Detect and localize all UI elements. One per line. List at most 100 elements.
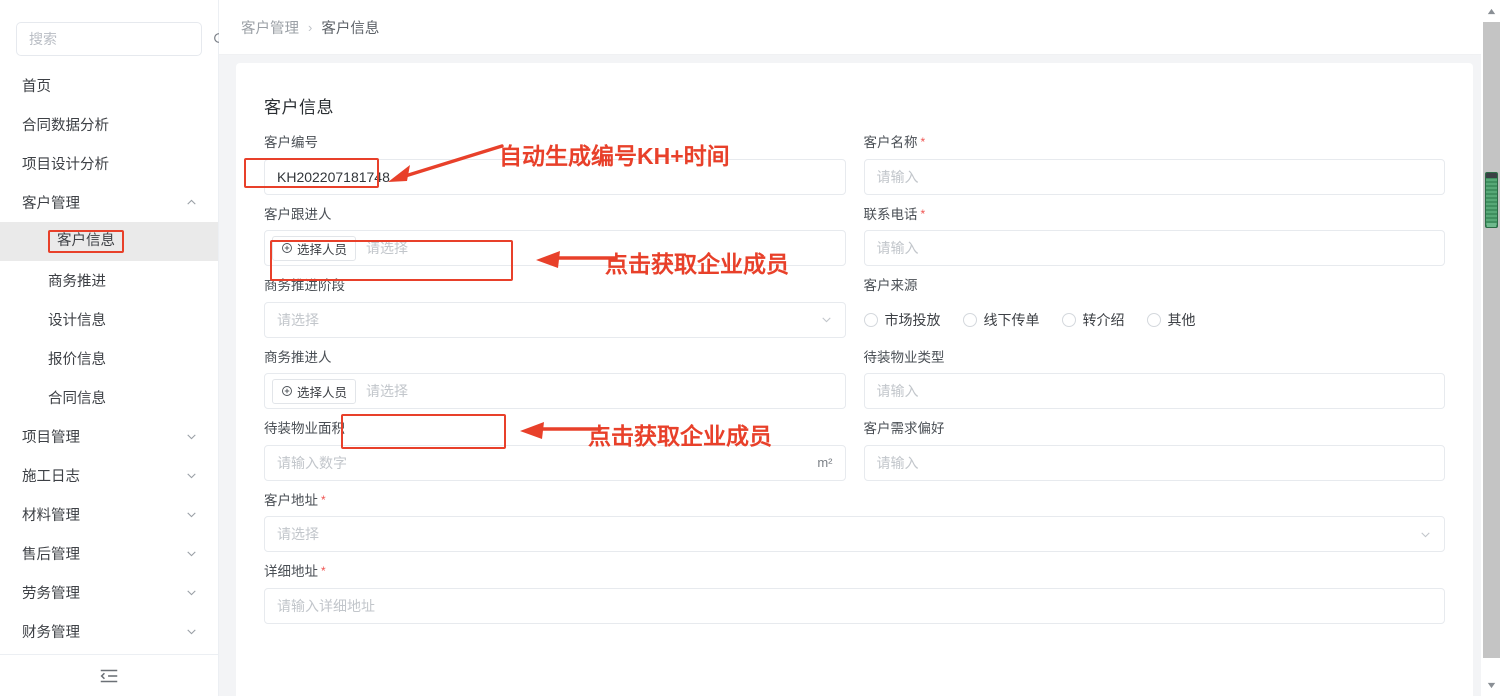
search-input[interactable]	[27, 30, 212, 48]
placeholder-text: 请输入数字	[277, 454, 347, 471]
scrollbar-down-button[interactable]	[1483, 675, 1500, 695]
radio-circle-icon	[863, 312, 878, 327]
breadcrumb-current: 客户信息	[321, 20, 380, 37]
placeholder-text: 请选择	[366, 240, 409, 256]
sidebar-item-customer-management[interactable]: 客户管理	[0, 183, 218, 222]
field-label: 商务推进阶段	[264, 279, 846, 293]
field-customer-source: 客户来源 市场投放 线下传单 转介绍 其他	[863, 278, 1446, 338]
customer-name-input[interactable]: 请输入	[863, 158, 1445, 195]
sidebar-item-home[interactable]: 首页	[0, 66, 218, 105]
label-text: 详细地址	[264, 564, 318, 579]
sidebar-item-construction-log[interactable]: 施工日志	[0, 456, 218, 495]
radio-label: 市场投放	[884, 311, 941, 328]
radio-circle-icon	[1146, 312, 1161, 327]
chevron-down-icon	[187, 434, 196, 440]
sidebar-item-contract-info[interactable]: 合同信息	[0, 378, 218, 417]
detail-address-input[interactable]: 请输入详细地址	[264, 587, 1445, 624]
sidebar-item-label: 商务推进	[48, 274, 106, 290]
customer-preference-input[interactable]: 请输入	[863, 444, 1445, 481]
customer-address-select[interactable]: 请选择	[264, 516, 1445, 552]
field-property-type: 待装物业类型 请输入	[863, 350, 1445, 409]
sidebar-item-design-info[interactable]: 设计信息	[0, 300, 218, 339]
sidebar-item-label: 客户管理	[22, 196, 80, 212]
radio-option-market[interactable]: 市场投放	[863, 310, 941, 330]
sidebar-item-customer-info[interactable]: 客户信息	[0, 222, 218, 261]
unit-suffix: m²	[817, 455, 833, 470]
field-customer-preference: 客户需求偏好 请输入	[863, 421, 1445, 481]
sidebar-item-business-promotion[interactable]: 商务推进	[0, 261, 218, 300]
sidebar-item-label: 客户信息	[48, 229, 124, 254]
radio-label: 线下传单	[983, 311, 1040, 328]
sidebar-item-aftersales-management[interactable]: 售后管理	[0, 534, 218, 573]
chevron-down-icon	[821, 317, 831, 323]
property-type-input[interactable]: 请输入	[863, 373, 1445, 409]
sidebar-item-finance-management[interactable]: 财务管理	[0, 612, 218, 651]
placeholder-text: 请选择	[277, 311, 319, 328]
sidebar-item-label: 劳务管理	[22, 586, 80, 602]
label-text: 客户来源	[863, 278, 918, 293]
sidebar-item-label: 施工日志	[22, 469, 80, 485]
radio-circle-icon	[962, 312, 977, 327]
field-label: 客户编号	[264, 136, 846, 150]
breadcrumb-parent[interactable]: 客户管理	[241, 17, 299, 38]
business-person-picker[interactable]: 选择人员 请选择	[264, 373, 846, 409]
sidebar-item-label: 项目设计分析	[22, 157, 109, 173]
field-label: 详细地址 *	[264, 565, 1445, 579]
field-follow-up-person: 客户跟进人 选择人员 请选择	[264, 206, 846, 266]
select-person-button[interactable]: 选择人员	[272, 235, 357, 261]
sidebar: 首页 合同数据分析 项目设计分析 客户管理 客户信息 商务推进 设计信息	[0, 0, 227, 696]
scroll-up-arrow-icon	[1487, 8, 1496, 14]
field-label: 客户地址 *	[264, 493, 1445, 508]
chevron-down-icon	[187, 551, 196, 557]
sidebar-footer	[0, 654, 218, 696]
radio-label: 转介绍	[1082, 311, 1125, 328]
scrollbar-thumb[interactable]	[1485, 172, 1498, 228]
sidebar-item-project-management[interactable]: 项目管理	[0, 417, 218, 456]
chevron-down-icon	[187, 512, 196, 518]
vertical-scrollbar[interactable]	[1481, 0, 1502, 696]
sidebar-item-material-management[interactable]: 材料管理	[0, 495, 218, 534]
sidebar-item-label: 设计信息	[48, 313, 106, 329]
field-label: 客户名称 *	[864, 136, 1446, 150]
field-customer-name: 客户名称 * 请输入	[863, 136, 1446, 195]
label-text: 客户需求偏好	[863, 421, 945, 436]
sidebar-item-label: 首页	[22, 79, 51, 95]
radio-label: 其他	[1167, 311, 1196, 328]
customer-code-input[interactable]: KH202207181748	[264, 158, 846, 195]
radio-option-referral[interactable]: 转介绍	[1061, 310, 1125, 330]
sidebar-item-label: 财务管理	[22, 625, 80, 641]
field-business-stage: 商务推进阶段 请选择	[264, 279, 846, 338]
label-text: 联系电话	[863, 206, 918, 222]
radio-option-other[interactable]: 其他	[1146, 310, 1196, 330]
field-label: 待装物业面积	[264, 422, 846, 436]
menu-collapse-icon[interactable]	[98, 665, 120, 687]
sidebar-item-label: 合同信息	[48, 391, 106, 407]
main-content: 客户管理 › 客户信息 客户信息 客户编号 KH202207181748 客户名…	[219, 0, 1502, 696]
customer-code-value: KH202207181748	[277, 168, 390, 185]
field-customer-code: 客户编号 KH202207181748	[264, 136, 846, 195]
scroll-down-arrow-icon	[1487, 682, 1496, 688]
business-stage-select[interactable]: 请选择	[264, 301, 846, 338]
field-label: 商务推进人	[264, 349, 846, 365]
label-text: 商务推进人	[264, 349, 332, 365]
chevron-down-icon	[187, 590, 196, 596]
label-text: 商务推进阶段	[264, 278, 345, 293]
follow-up-person-picker[interactable]: 选择人员 请选择	[264, 230, 846, 266]
field-property-area: 待装物业面积 请输入数字 m²	[264, 422, 846, 481]
sidebar-item-quotation-info[interactable]: 报价信息	[0, 339, 218, 378]
select-person-button[interactable]: 选择人员	[272, 378, 357, 404]
sidebar-item-contract-analysis[interactable]: 合同数据分析	[0, 105, 218, 144]
field-customer-address: 客户地址 * 请选择	[264, 493, 1445, 552]
field-detail-address: 详细地址 * 请输入详细地址	[264, 565, 1445, 624]
scrollbar-up-button[interactable]	[1483, 1, 1500, 21]
customer-info-card: 客户信息 客户编号 KH202207181748 客户名称 * 请输入 客户跟进…	[236, 63, 1473, 696]
sidebar-search[interactable]	[16, 22, 227, 56]
property-area-input[interactable]: 请输入数字 m²	[264, 444, 846, 481]
chevron-up-icon	[187, 199, 196, 205]
radio-option-offline-flyer[interactable]: 线下传单	[962, 310, 1040, 330]
contact-phone-input[interactable]: 请输入	[863, 230, 1445, 266]
label-text: 客户跟进人	[264, 206, 332, 222]
sidebar-item-labor-management[interactable]: 劳务管理	[0, 573, 218, 612]
sidebar-item-project-design-analysis[interactable]: 项目设计分析	[0, 144, 218, 183]
scrollbar-track[interactable]	[1483, 22, 1500, 658]
